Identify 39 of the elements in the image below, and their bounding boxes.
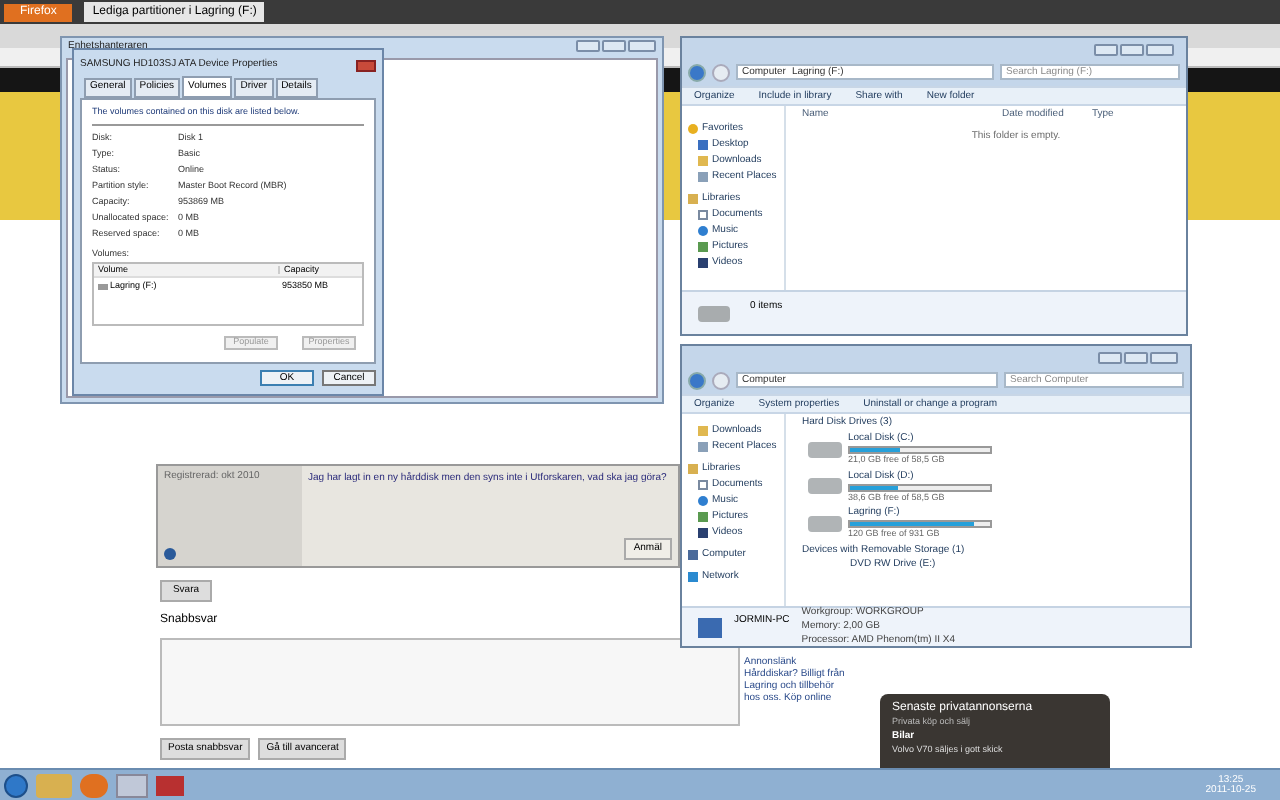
picture-icon bbox=[698, 511, 708, 521]
close-button[interactable] bbox=[628, 40, 656, 52]
music-note-icon bbox=[698, 495, 708, 505]
back-button[interactable] bbox=[688, 63, 706, 81]
document-icon bbox=[698, 479, 708, 489]
forward-button[interactable] bbox=[712, 63, 730, 81]
close-button[interactable] bbox=[1146, 44, 1174, 56]
maximize-button[interactable] bbox=[1120, 44, 1144, 56]
library-icon bbox=[688, 463, 698, 473]
quick-reply-field[interactable] bbox=[160, 638, 740, 726]
drive-icon bbox=[98, 283, 108, 289]
desktop-icon bbox=[698, 139, 708, 149]
film-icon bbox=[698, 527, 708, 537]
folder-icon bbox=[698, 425, 708, 435]
close-button[interactable] bbox=[356, 59, 376, 71]
hard-drive-icon bbox=[808, 478, 842, 495]
minimize-button[interactable] bbox=[576, 40, 600, 52]
minimize-button[interactable] bbox=[1098, 352, 1122, 364]
clock-folder-icon bbox=[698, 171, 708, 181]
network-icon bbox=[688, 571, 698, 581]
clock-folder-icon bbox=[698, 441, 708, 451]
maximize-button[interactable] bbox=[1124, 352, 1148, 364]
user-icon bbox=[164, 548, 176, 560]
picture-icon bbox=[698, 241, 708, 251]
music-note-icon bbox=[698, 225, 708, 235]
library-icon bbox=[688, 193, 698, 203]
hard-drive-icon bbox=[808, 441, 842, 458]
firefox-icon[interactable] bbox=[80, 773, 108, 797]
document-icon bbox=[698, 209, 708, 219]
drive-icon bbox=[698, 305, 730, 321]
forward-button[interactable] bbox=[712, 371, 730, 389]
minimize-button[interactable] bbox=[1094, 44, 1118, 56]
hard-drive-icon bbox=[808, 515, 842, 532]
start-button[interactable] bbox=[4, 773, 28, 797]
maximize-button[interactable] bbox=[602, 40, 626, 52]
back-button[interactable] bbox=[688, 371, 706, 389]
folder-icon bbox=[698, 155, 708, 165]
film-icon bbox=[698, 257, 708, 267]
close-button[interactable] bbox=[1150, 352, 1178, 364]
